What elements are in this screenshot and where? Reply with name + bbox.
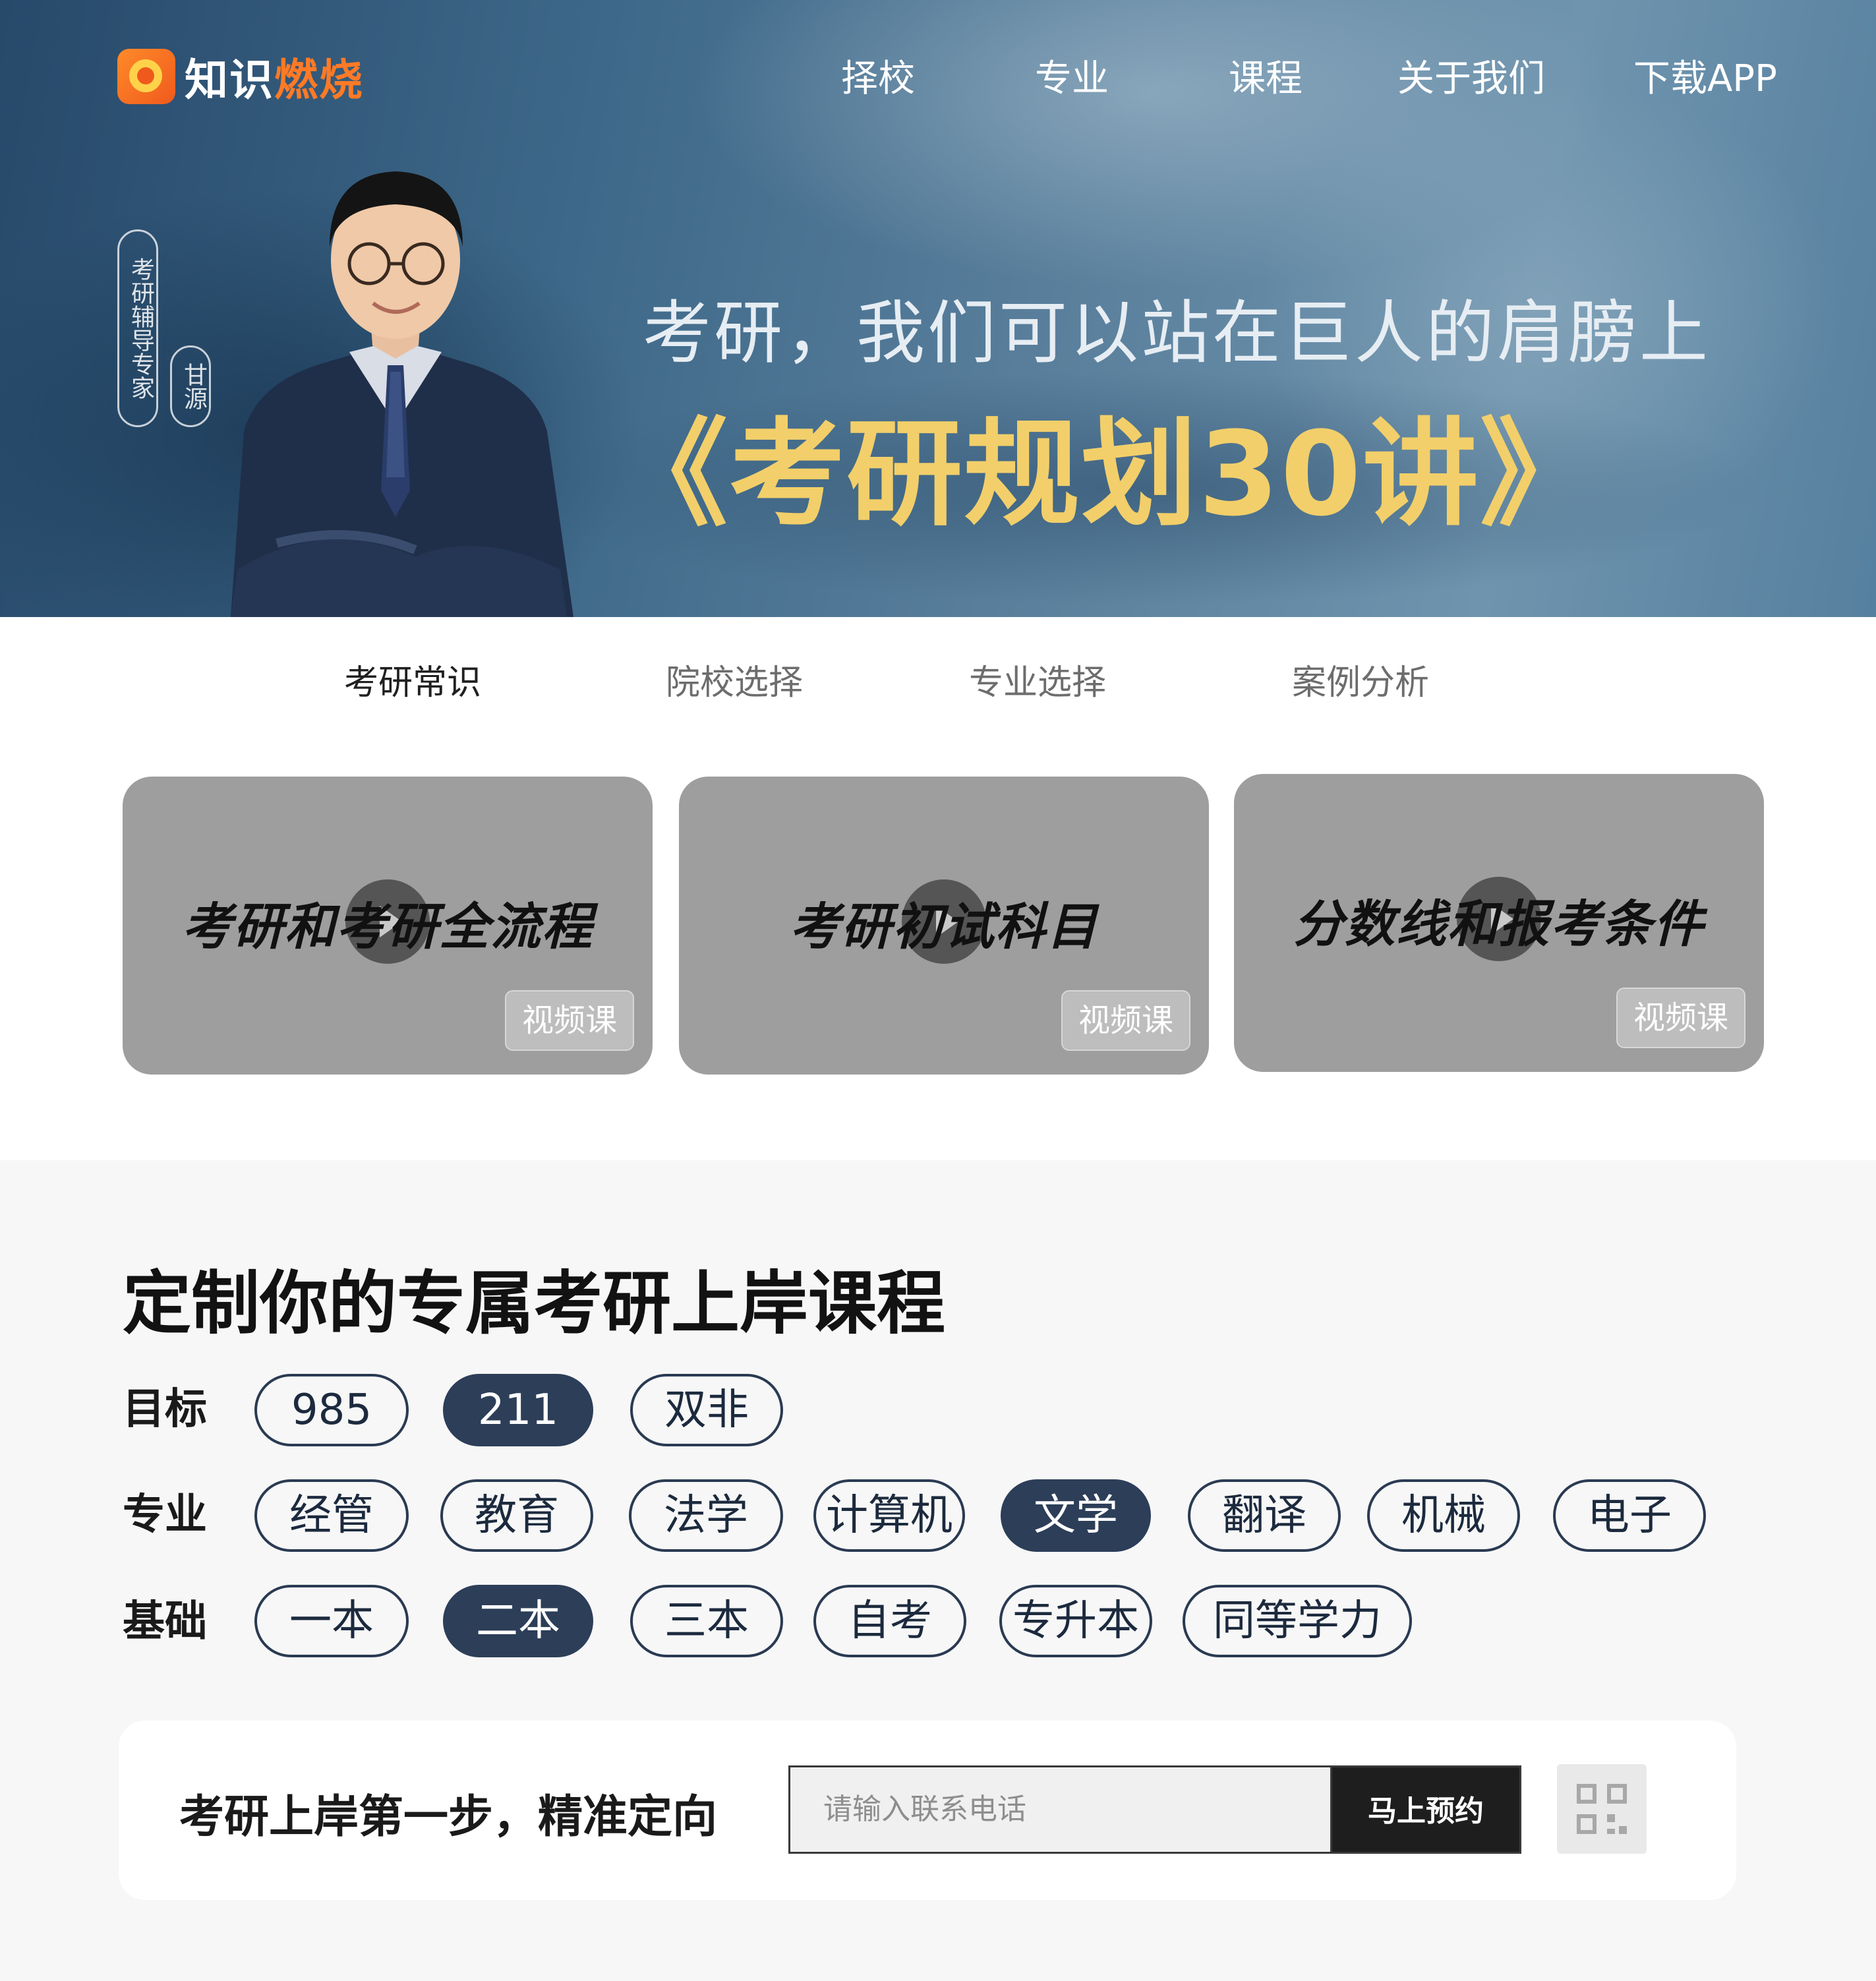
- video-title: 考研初试科目: [790, 897, 1098, 956]
- option-pill[interactable]: 985: [254, 1374, 409, 1446]
- video-badge: 视频课: [505, 990, 634, 1051]
- tab-school-choice[interactable]: 院校选择: [666, 657, 803, 709]
- option-pill[interactable]: 教育: [440, 1479, 593, 1552]
- hero-headline: 《考研规划30讲》: [612, 407, 1597, 542]
- teacher-portrait: [231, 171, 573, 617]
- nav-item-major[interactable]: 专业: [1035, 53, 1109, 105]
- brand-name-part2: 燃烧: [274, 55, 364, 105]
- option-pill-selected[interactable]: 二本: [443, 1585, 593, 1657]
- option-pill[interactable]: 三本: [630, 1585, 783, 1657]
- option-pill[interactable]: 双非: [630, 1374, 783, 1446]
- nav-item-school[interactable]: 择校: [841, 53, 915, 105]
- filter-label-major: 专业: [123, 1491, 207, 1539]
- video-card[interactable]: 考研和考研全流程 视频课: [123, 777, 653, 1075]
- option-pill[interactable]: 机械: [1367, 1479, 1520, 1552]
- tab-exam-basics[interactable]: 考研常识: [344, 657, 481, 709]
- filter-label-foundation: 基础: [123, 1597, 207, 1646]
- option-pill-selected[interactable]: 文学: [1001, 1479, 1151, 1552]
- option-pill[interactable]: 同等学力: [1183, 1585, 1412, 1657]
- tab-case-analysis[interactable]: 案例分析: [1292, 657, 1429, 709]
- book-now-button[interactable]: 马上预约: [1330, 1765, 1521, 1854]
- video-badge: 视频课: [1061, 990, 1190, 1051]
- brand-logo[interactable]: 知识 燃烧: [117, 47, 364, 105]
- tab-major-choice[interactable]: 专业选择: [969, 657, 1106, 709]
- option-pill-selected[interactable]: 211: [443, 1374, 593, 1446]
- flame-logo-icon: [117, 49, 175, 104]
- nav-item-course[interactable]: 课程: [1229, 53, 1303, 105]
- hero-slogan: 考研，我们可以站在巨人的肩膀上: [643, 293, 1711, 373]
- video-card[interactable]: 分数线和报考条件 视频课: [1234, 774, 1764, 1072]
- option-pill[interactable]: 专升本: [999, 1585, 1152, 1657]
- expert-role-tag: 考研辅导专家: [117, 229, 158, 427]
- option-pill[interactable]: 自考: [813, 1585, 966, 1657]
- video-title: 分数线和报考条件: [1293, 895, 1705, 953]
- qr-code-icon[interactable]: [1557, 1764, 1647, 1854]
- brand-name-part1: 知识: [185, 55, 274, 105]
- option-pill[interactable]: 计算机: [813, 1479, 965, 1552]
- nav-item-about[interactable]: 关于我们: [1397, 53, 1545, 105]
- nav-item-download-app[interactable]: 下载APP: [1633, 53, 1777, 105]
- option-pill[interactable]: 法学: [629, 1479, 783, 1552]
- filter-label-target: 目标: [123, 1385, 207, 1434]
- expert-name-tag: 甘源: [170, 345, 211, 427]
- video-title: 考研和考研全流程: [182, 897, 593, 956]
- option-pill[interactable]: 电子: [1553, 1479, 1706, 1552]
- option-pill[interactable]: 经管: [254, 1479, 409, 1552]
- video-badge: 视频课: [1616, 988, 1745, 1048]
- option-pill[interactable]: 一本: [254, 1585, 409, 1657]
- booking-text: 考研上岸第一步，精准定向: [179, 1791, 718, 1843]
- option-pill[interactable]: 翻译: [1188, 1479, 1341, 1552]
- phone-input[interactable]: [788, 1765, 1330, 1854]
- video-card[interactable]: 考研初试科目 视频课: [679, 777, 1209, 1075]
- customize-title: 定制你的专属考研上岸课程: [123, 1263, 946, 1344]
